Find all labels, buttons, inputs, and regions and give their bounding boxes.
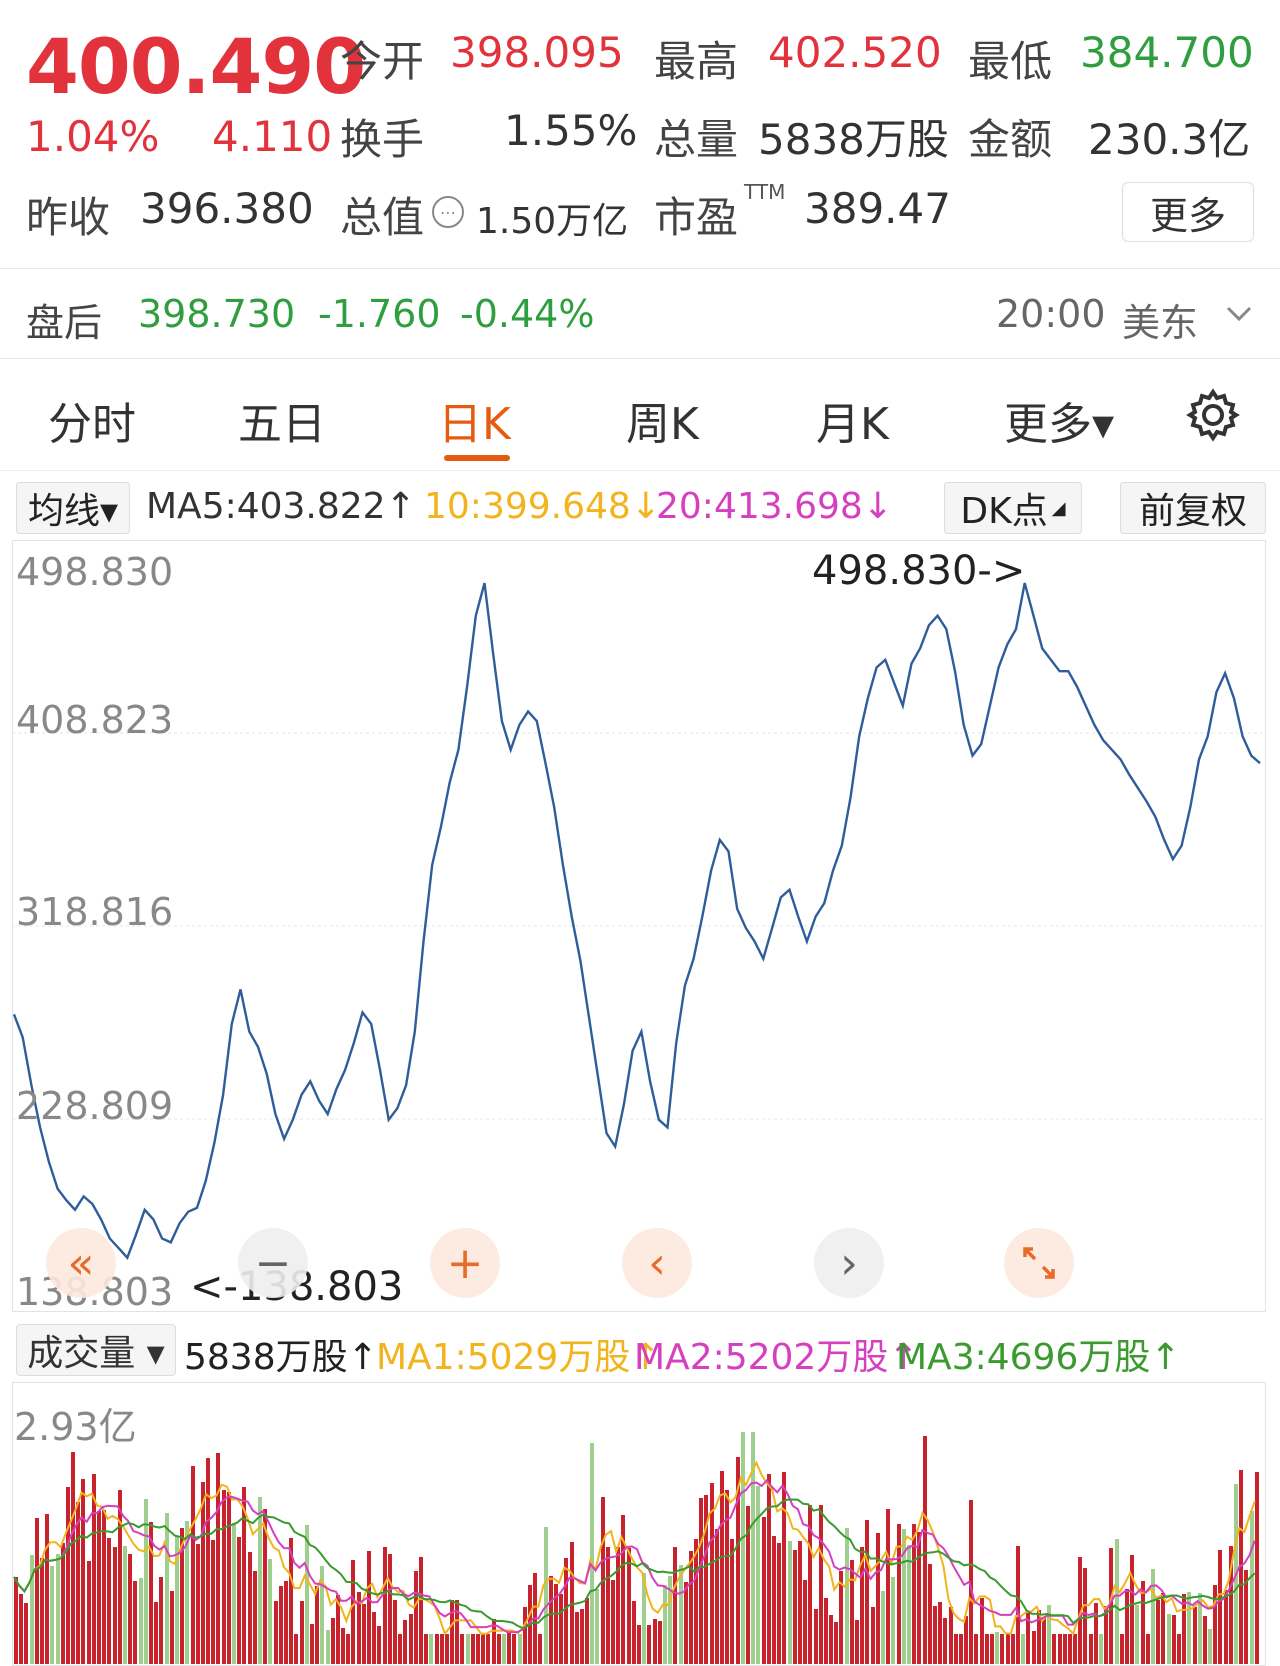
chevron-right-icon: › [840,1237,858,1289]
amount-label: 金额 [968,115,1053,164]
price-axis-label: 408.823 [16,698,174,742]
dk-points-label: DK点 [960,491,1048,532]
high-label: 最高 [654,37,739,86]
dk-points-button[interactable]: DK点 ◢ [944,482,1082,534]
expand-icon [1023,1247,1055,1279]
volume-axis-label: 2.93亿 [14,1405,137,1449]
after-hours-time: 20:00 [996,292,1106,336]
chevron-down-icon[interactable] [1222,296,1256,330]
tab-weekly-k[interactable]: 周K [626,388,699,452]
open-label: 今开 [340,37,425,86]
move-right-button[interactable]: › [814,1228,884,1298]
divider [0,268,1280,269]
move-left-button[interactable]: ‹ [622,1228,692,1298]
prev-close-value: 396.380 [140,184,314,233]
change-amount: 4.110 [212,112,333,161]
open-value: 398.095 [450,28,624,77]
ma20-value: 20:413.698↓ [656,486,893,527]
adjust-price-button[interactable]: 前复权 [1120,482,1266,534]
divider [0,358,1280,359]
price-axis-label: 318.816 [16,890,174,934]
fullscreen-button[interactable] [1004,1228,1074,1298]
pe-ttm-sup: TTM [744,180,786,204]
volume-ma3: MA3:4696万股↑ [896,1337,1181,1378]
turnover-label: 换手 [340,115,425,164]
tab-monthly-k[interactable]: 月K [816,388,889,452]
ma5-value: MA5:403.822↑ [146,486,416,527]
zoom-out-button[interactable]: − [238,1228,308,1298]
max-price-annotation: 498.830-> [812,548,1026,594]
volume-ma-lines [13,1460,1256,1636]
price-series-line [12,582,1261,1260]
amount-value: 230.3亿 [1088,115,1251,164]
tab-daily-k[interactable]: 日K [438,388,511,452]
pe-label: 市盈 [654,193,739,242]
active-tab-indicator [444,455,510,461]
ma10-value: 10:399.648↓ [424,486,661,527]
indicator-select[interactable]: 均线▾ [16,482,130,534]
volume-ma2-line [13,1478,1256,1634]
volume-ma1: MA1:5029万股↑ [376,1337,661,1378]
after-hours-change: -1.760 [318,292,441,336]
gear-icon[interactable] [1184,386,1242,444]
change-percent: 1.04% [26,112,160,161]
volume-ma2: MA2:5202万股↑ [634,1337,919,1378]
corner-triangle-icon: ◢ [1051,497,1066,519]
mktcap-value: 1.50万亿 [476,201,629,242]
plus-icon: + [446,1237,484,1289]
mktcap-label: 总值 [340,193,425,242]
info-icon[interactable]: ⋯ [432,196,464,228]
tab-intraday[interactable]: 分时 [48,388,136,452]
price-line-chart [12,582,1264,1260]
zoom-in-button[interactable]: + [430,1228,500,1298]
high-value: 402.520 [768,28,942,77]
low-value: 384.700 [1080,28,1254,77]
double-chevron-left-icon: « [67,1237,95,1289]
volume-current: 5838万股↑ [184,1337,378,1378]
timezone-label: 美东 [1122,301,1199,345]
tab-five-day[interactable]: 五日 [238,388,326,452]
volume-label: 总量 [654,115,739,164]
last-price: 400.490 [26,22,366,111]
chevron-left-icon: ‹ [648,1237,666,1289]
prev-close-label: 昨收 [26,193,111,242]
divider [0,470,1280,471]
after-hours-change-pct: -0.44% [460,292,595,336]
tab-more[interactable]: 更多▾ [1004,388,1114,452]
after-hours-price: 398.730 [138,292,296,336]
price-axis-label: 228.809 [16,1084,174,1128]
minus-icon: − [254,1237,292,1289]
volume-value: 5838万股 [758,115,949,164]
pe-value: 389.47 [804,184,951,233]
scroll-to-start-button[interactable]: « [46,1228,116,1298]
volume-indicator-select[interactable]: 成交量 ▾ [16,1324,176,1376]
price-axis-label: 498.830 [16,550,174,594]
volume-ma3-line [13,1498,1256,1630]
more-button[interactable]: 更多 [1122,182,1254,242]
after-hours-label: 盘后 [26,301,103,345]
turnover-value: 1.55% [504,106,638,155]
low-label: 最低 [968,37,1053,86]
